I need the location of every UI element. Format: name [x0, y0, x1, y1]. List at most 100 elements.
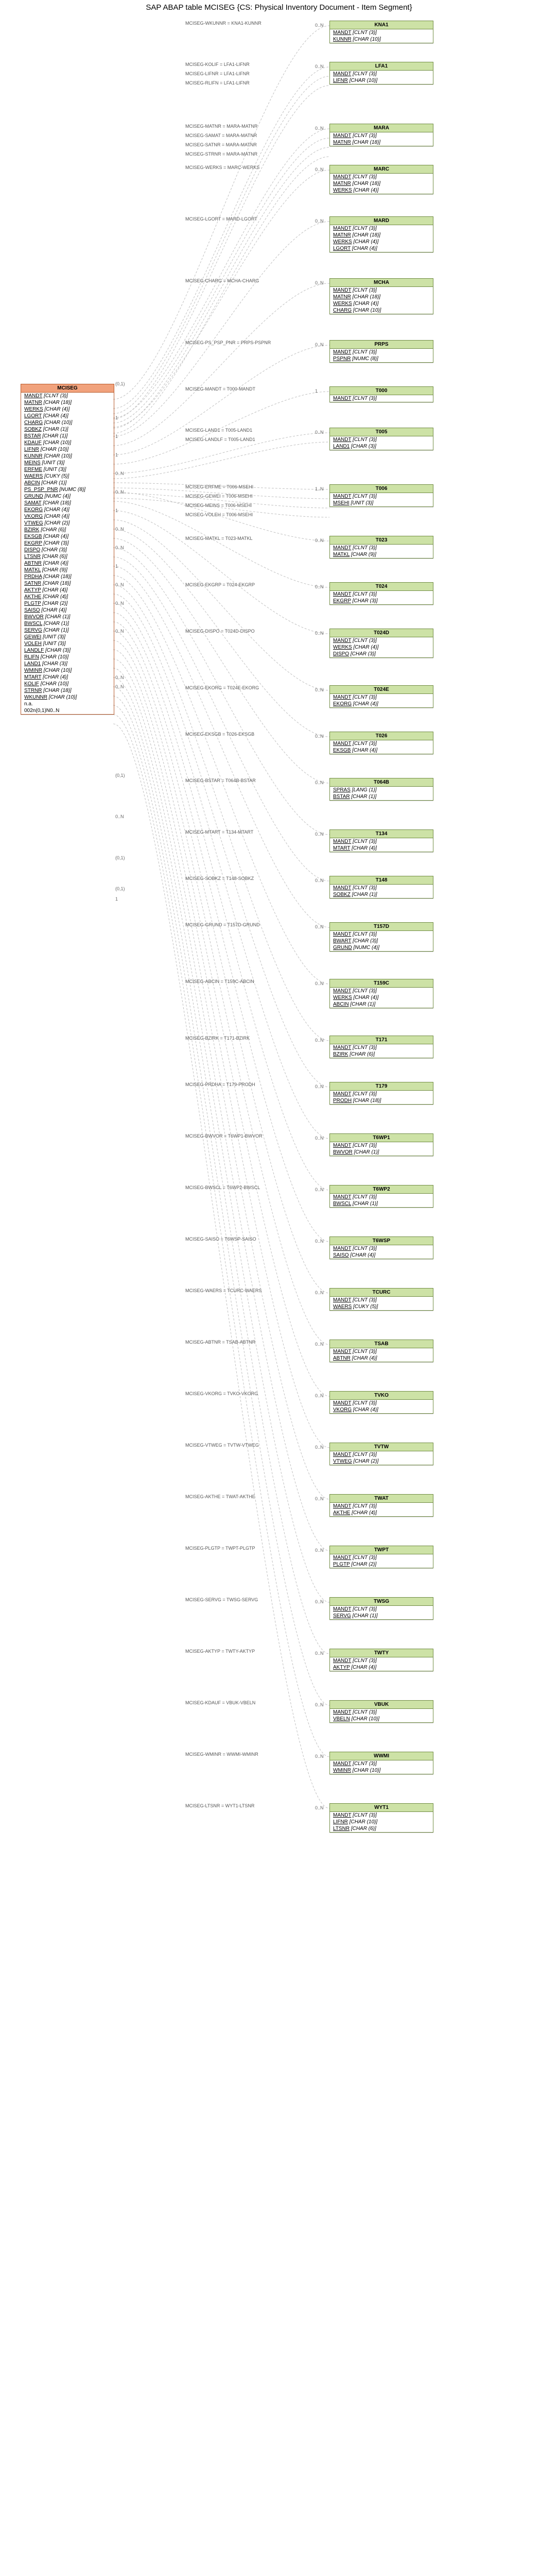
source-field: VKORG [CHAR (4)]: [21, 513, 114, 520]
target-field: MANDT [CLNT (3)]: [330, 637, 433, 644]
source-cardinality: 0..N: [115, 489, 124, 495]
cardinality: 0..N: [315, 280, 324, 285]
target-field: WERKS [CHAR (4)]: [330, 644, 433, 651]
cardinality: 0..N: [315, 64, 324, 69]
target-field: MANDT [CLNT (3)]: [330, 1245, 433, 1252]
relation-label: MCISEG-SAISO = T6WSP-SAISO: [185, 1236, 256, 1242]
target-field: WERKS [CHAR (4)]: [330, 300, 433, 307]
relation-label: MCISEG-BZIRK = T171-BZIRK: [185, 1036, 250, 1041]
target-field: MANDT [CLNT (3)]: [330, 1451, 433, 1458]
target-table-T000: T000MANDT [CLNT (3)]: [329, 386, 433, 402]
target-field: MATNR [CHAR (18)]: [330, 139, 433, 146]
target-field: AKTHE [CHAR (4)]: [330, 1510, 433, 1516]
relation-label: MCISEG-MTART = T134-MTART: [185, 829, 253, 835]
relation-label: MCISEG-AKTYP = TWTY-AKTYP: [185, 1649, 255, 1654]
relation-label: MCISEG-RLIFN = LFA1-LIFNR: [185, 80, 250, 86]
target-table-name: T157D: [330, 923, 433, 931]
cardinality: 0..N: [315, 924, 324, 929]
target-table-T157D: T157DMANDT [CLNT (3)]BWART [CHAR (3)]GRU…: [329, 922, 433, 952]
target-table-name: T064B: [330, 778, 433, 787]
target-table-MARA: MARAMANDT [CLNT (3)]MATNR [CHAR (18)]: [329, 124, 433, 146]
source-table: MCISEG MANDT [CLNT (3)]MATNR [CHAR (18)]…: [21, 384, 114, 715]
relation-label: MCISEG-AKTHE = TWAT-AKTHE: [185, 1494, 255, 1499]
source-field: WMINR [CHAR (10)]: [21, 667, 114, 674]
cardinality: 0..N: [315, 1754, 324, 1759]
target-table-name: T171: [330, 1036, 433, 1044]
source-cardinality: 0..N: [115, 601, 124, 606]
source-field: WKUNNR [CHAR (10)]: [21, 694, 114, 701]
target-field: MANDT [CLNT (3)]: [330, 349, 433, 355]
cardinality: 0..N: [315, 1187, 324, 1192]
target-field: LTSNR [CHAR (6)]: [330, 1825, 433, 1832]
target-field: MANDT [CLNT (3)]: [330, 1400, 433, 1406]
target-field: LIFNR [CHAR (10)]: [330, 77, 433, 84]
source-cardinality: (0,1): [115, 855, 125, 860]
source-field: SAMAT [CHAR (18)]: [21, 500, 114, 506]
source-field: SATNR [CHAR (18)]: [21, 580, 114, 587]
target-field: MANDT [CLNT (3)]: [330, 885, 433, 891]
target-field: ABTNR [CHAR (4)]: [330, 1355, 433, 1362]
relation-label: MCISEG-LGORT = MARD-LGORT: [185, 216, 257, 222]
target-table-TWAT: TWATMANDT [CLNT (3)]AKTHE [CHAR (4)]: [329, 1494, 433, 1517]
target-field: MANDT [CLNT (3)]: [330, 1503, 433, 1510]
target-table-name: TWTY: [330, 1649, 433, 1657]
relation-label: MCISEG-PLGTP = TWPT-PLGTP: [185, 1546, 255, 1551]
source-cardinality: 0..N: [115, 814, 124, 819]
target-table-T024D: T024DMANDT [CLNT (3)]WERKS [CHAR (4)]DIS…: [329, 629, 433, 658]
source-field: CHARG [CHAR (10)]: [21, 419, 114, 426]
relation-label: MCISEG-SATNR = MARA-MATNR: [185, 142, 257, 147]
target-field: PSPNR [NUMC (8)]: [330, 355, 433, 362]
target-table-T005: T005MANDT [CLNT (3)]LAND1 [CHAR (3)]: [329, 428, 433, 450]
target-table-name: MARD: [330, 217, 433, 225]
cardinality: 0..N: [315, 832, 324, 837]
target-field: MANDT [CLNT (3)]: [330, 287, 433, 294]
target-field: WERKS [CHAR (4)]: [330, 187, 433, 194]
target-table-name: TVKO: [330, 1392, 433, 1400]
target-field: DISPO [CHAR (3)]: [330, 651, 433, 657]
target-table-name: T000: [330, 387, 433, 395]
target-table-name: T024D: [330, 629, 433, 637]
target-field: CHARG [CHAR (10)]: [330, 307, 433, 314]
source-cardinality: 1: [115, 452, 118, 457]
target-table-T064B: T064BSPRAS [LANG (1)]BSTAR [CHAR (1)]: [329, 778, 433, 801]
source-field: SAISO [CHAR (4)]: [21, 607, 114, 614]
target-table-name: T6WP1: [330, 1134, 433, 1142]
cardinality: 0..N: [315, 1548, 324, 1553]
source-field: BSTAR [CHAR (1)]: [21, 433, 114, 439]
source-cardinality: 0..N: [115, 545, 124, 550]
relation-label: MCISEG-SERVG = TWSG-SERVG: [185, 1597, 258, 1602]
relation-label: MCISEG-PRDHA = T179-PRODH: [185, 1082, 255, 1087]
target-table-T6WP2: T6WP2MANDT [CLNT (3)]BWSCL [CHAR (1)]: [329, 1185, 433, 1208]
target-field: MATNR [CHAR (18)]: [330, 232, 433, 239]
relation-label: MCISEG-ERFME = T006-MSEHI: [185, 484, 253, 489]
relation-label: MCISEG-VKORG = TVKO-VKORG: [185, 1391, 258, 1396]
target-table-name: T134: [330, 830, 433, 838]
source-field: ABCIN [CHAR (1)]: [21, 480, 114, 486]
target-field: MANDT [CLNT (3)]: [330, 1554, 433, 1561]
cardinality: 0..N: [315, 631, 324, 636]
relation-label: MCISEG-WKUNNR = KNA1-KUNNR: [185, 21, 261, 26]
relation-label: MCISEG-LTSNR = WYT1-LTSNR: [185, 1803, 254, 1808]
relation-label: MCISEG-EKGRP = T024-EKGRP: [185, 582, 255, 587]
source-cardinality: (0,1): [115, 886, 125, 891]
source-cardinality: 0..N: [115, 675, 124, 680]
relation-label: MCISEG-LIFNR = LFA1-LIFNR: [185, 71, 250, 76]
target-table-name: TWPT: [330, 1546, 433, 1554]
target-field: EKGRP [CHAR (3)]: [330, 598, 433, 604]
source-field: BZIRK [CHAR (6)]: [21, 527, 114, 533]
target-table-T026: T026MANDT [CLNT (3)]EKSGB [CHAR (4)]: [329, 732, 433, 754]
target-field: MANDT [CLNT (3)]: [330, 931, 433, 938]
target-table-name: MCHA: [330, 279, 433, 287]
source-field: EKORG [CHAR (4)]: [21, 506, 114, 513]
relation-label: MCISEG-WMINR = WWMI-WMINR: [185, 1752, 258, 1757]
source-field: KOLIF [CHAR (10)]: [21, 681, 114, 687]
cardinality: 0..N: [315, 167, 324, 172]
target-table-name: WYT1: [330, 1804, 433, 1812]
source-field: RLIFN [CHAR (10)]: [21, 654, 114, 660]
target-field: SERVG [CHAR (1)]: [330, 1613, 433, 1619]
target-field: MATKL [CHAR (9)]: [330, 551, 433, 558]
source-table-name: MCISEG: [21, 384, 114, 393]
cardinality: 0..N: [315, 1239, 324, 1244]
source-field: KDAUF [CHAR (10)]: [21, 439, 114, 446]
target-field: MANDT [CLNT (3)]: [330, 694, 433, 701]
